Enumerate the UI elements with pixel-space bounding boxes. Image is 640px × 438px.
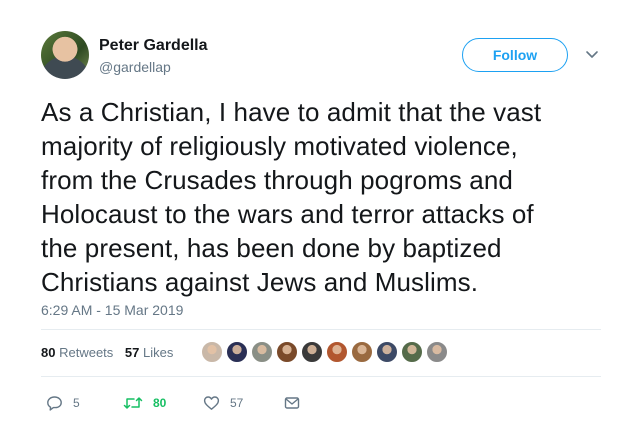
divider	[41, 376, 601, 377]
liker-avatar[interactable]	[276, 341, 298, 363]
tweet-line: Christians against Jews and Muslims.	[41, 267, 479, 297]
tweet-card: Peter Gardella @gardellap Follow As a Ch…	[0, 0, 640, 438]
liker-avatar[interactable]	[301, 341, 323, 363]
author-handle[interactable]: @gardellap	[99, 59, 171, 75]
liker-avatar[interactable]	[201, 341, 223, 363]
tweet-line: majority of religiously motivated violen…	[41, 131, 518, 161]
tweet-text: As a Christian, I have to admit that the…	[41, 95, 601, 299]
tweet-timestamp[interactable]: 6:29 AM - 15 Mar 2019	[41, 302, 183, 318]
like-count: 57	[230, 396, 244, 410]
follow-button[interactable]: Follow	[462, 38, 568, 72]
tweet-line: the present, has been done by baptized	[41, 233, 502, 263]
retweets-stat[interactable]: 80 Retweets	[41, 345, 113, 360]
reply-button[interactable]: 5	[46, 394, 80, 412]
retweet-count: 80	[153, 396, 167, 410]
liker-avatar[interactable]	[376, 341, 398, 363]
tweet-line: Holocaust to the wars and terror attacks…	[41, 199, 534, 229]
tweet-line: from the Crusades through pogroms and	[41, 165, 513, 195]
divider	[41, 329, 601, 330]
liker-avatar[interactable]	[401, 341, 423, 363]
likes-count: 57	[124, 345, 140, 360]
reply-icon	[46, 395, 63, 411]
tweet-stats: 80 Retweets 57 Likes	[41, 345, 181, 360]
likes-stat[interactable]: 57 Likes	[125, 345, 173, 360]
tweet-line: As a Christian, I have to admit that the…	[41, 97, 542, 127]
envelope-icon	[284, 396, 300, 410]
retweet-button[interactable]: 80	[123, 394, 166, 412]
avatar[interactable]	[41, 31, 89, 79]
heart-icon	[203, 395, 220, 411]
like-button[interactable]: 57	[203, 394, 243, 412]
chevron-down-icon[interactable]	[584, 46, 600, 62]
liker-avatar[interactable]	[251, 341, 273, 363]
liker-avatar[interactable]	[351, 341, 373, 363]
reply-count: 5	[73, 396, 80, 410]
retweets-count: 80	[41, 345, 56, 360]
retweet-icon	[123, 395, 143, 411]
author-name[interactable]: Peter Gardella	[99, 37, 208, 55]
liker-avatar[interactable]	[426, 341, 448, 363]
retweets-label: Retweets	[59, 345, 114, 360]
liker-avatar[interactable]	[226, 341, 248, 363]
liker-avatar[interactable]	[326, 341, 348, 363]
direct-message-button[interactable]	[284, 394, 300, 412]
likes-label: Likes	[143, 345, 174, 360]
